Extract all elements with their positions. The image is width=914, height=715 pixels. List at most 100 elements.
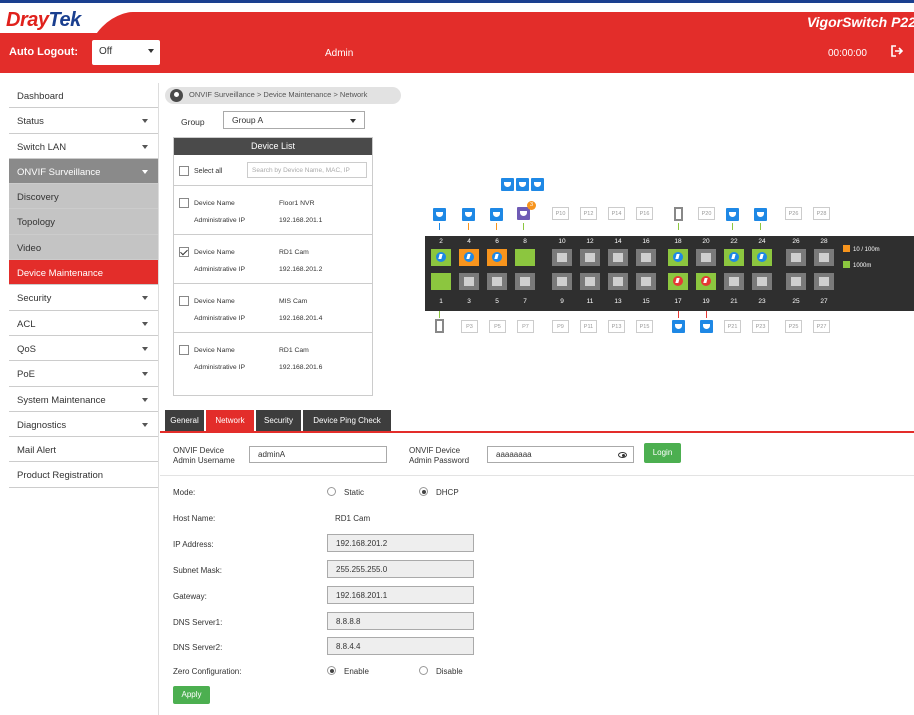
sidebar-item-switch-lan[interactable]: Switch LAN <box>9 133 158 159</box>
username-field[interactable]: adminA <box>249 446 387 463</box>
top-header: DrayTek VigorSwitch P22 <box>0 0 914 33</box>
port-26[interactable] <box>786 249 806 266</box>
static-radio[interactable] <box>327 487 336 496</box>
port-8[interactable] <box>515 249 535 266</box>
device-search-input[interactable]: Search by Device Name, MAC, IP <box>247 162 367 178</box>
sidebar-item-diagnostics[interactable]: Diagnostics <box>9 411 158 438</box>
device-ip-label: Administrative IP <box>194 217 245 224</box>
port-24[interactable] <box>752 249 772 266</box>
port-27[interactable] <box>814 273 834 290</box>
ip-address-label: IP Address: <box>173 540 214 549</box>
camera-icon[interactable] <box>516 178 529 191</box>
port-16[interactable] <box>636 249 656 266</box>
port-6[interactable] <box>487 249 507 266</box>
sidebar-item-label: Status <box>17 116 44 128</box>
sidebar-item-discovery[interactable]: Discovery <box>9 184 158 210</box>
chevron-down-icon <box>142 169 148 174</box>
port-number: 3 <box>467 298 471 305</box>
static-label: Static <box>344 488 365 497</box>
port-14[interactable] <box>608 249 628 266</box>
logout-icon[interactable] <box>890 44 904 58</box>
port-socket <box>464 277 474 286</box>
device-checkbox[interactable] <box>179 247 189 257</box>
port-socket <box>585 253 595 262</box>
port-10[interactable] <box>552 249 572 266</box>
sidebar-item-device-maintenance[interactable]: Device Maintenance <box>9 260 158 286</box>
list-item[interactable]: Device Name Floor1 NVR Administrative IP… <box>174 186 372 235</box>
port-9[interactable] <box>552 273 572 290</box>
connector-line <box>706 311 707 318</box>
camera-icon[interactable] <box>462 208 475 221</box>
sidebar-item-label: Security <box>17 293 52 305</box>
sidebar-item-status[interactable]: Status <box>9 108 158 134</box>
session-timer: 00:00:00 <box>828 48 867 59</box>
sidebar-item-qos[interactable]: QoS <box>9 335 158 362</box>
port-19[interactable] <box>696 273 716 290</box>
port-7[interactable] <box>515 273 535 290</box>
camera-icon[interactable] <box>700 320 713 333</box>
camera-icon[interactable] <box>672 320 685 333</box>
list-item[interactable]: Device Name MIS Cam Administrative IP 19… <box>174 284 372 333</box>
sidebar-item-mail-alert[interactable]: Mail Alert <box>9 437 158 463</box>
port-3[interactable] <box>459 273 479 290</box>
sidebar-item-poe[interactable]: PoE <box>9 361 158 387</box>
sidebar-item-acl[interactable]: ACL <box>9 310 158 336</box>
sidebar-item-dashboard[interactable]: Dashboard <box>9 83 158 109</box>
camera-icon[interactable] <box>433 208 446 221</box>
port-number: 17 <box>674 298 682 305</box>
sidebar-item-topology[interactable]: Topology <box>9 209 158 235</box>
login-button[interactable]: Login <box>644 443 681 463</box>
camera-icon[interactable] <box>490 208 503 221</box>
device-icon[interactable] <box>674 207 683 221</box>
select-all-checkbox[interactable] <box>179 166 189 176</box>
port-17[interactable] <box>668 273 688 290</box>
port-23[interactable] <box>752 273 772 290</box>
dhcp-radio[interactable] <box>419 487 428 496</box>
port-12[interactable] <box>580 249 600 266</box>
eye-icon[interactable] <box>618 452 627 458</box>
sidebar-item-video[interactable]: Video <box>9 234 158 261</box>
sidebar-item-system-maintenance[interactable]: System Maintenance <box>9 386 158 412</box>
camera-icon[interactable] <box>726 208 739 221</box>
tab-device-ping-check[interactable]: Device Ping Check <box>303 410 391 432</box>
apply-button[interactable]: Apply <box>173 686 210 704</box>
camera-icon[interactable] <box>531 178 544 191</box>
port-25[interactable] <box>786 273 806 290</box>
port-28[interactable] <box>814 249 834 266</box>
password-field[interactable]: aaaaaaaa <box>487 446 634 463</box>
port-20[interactable] <box>696 249 716 266</box>
tab-network[interactable]: Network <box>206 410 254 432</box>
port-5[interactable] <box>487 273 507 290</box>
device-checkbox[interactable] <box>179 345 189 355</box>
list-item[interactable]: Device Name RD1 Cam Administrative IP 19… <box>174 235 372 284</box>
port-4[interactable] <box>459 249 479 266</box>
sidebar-item-label: Product Registration <box>17 470 104 482</box>
port-11[interactable] <box>580 273 600 290</box>
port-21[interactable] <box>724 273 744 290</box>
camera-icon[interactable] <box>754 208 767 221</box>
tab-security[interactable]: Security <box>256 410 301 432</box>
port-2[interactable] <box>431 249 451 266</box>
auto-logout-select[interactable]: Off <box>92 40 160 65</box>
list-item[interactable]: Device Name RD1 Cam Administrative IP 19… <box>174 333 372 382</box>
port-1[interactable] <box>431 273 451 290</box>
group-select[interactable]: Group A <box>223 111 365 129</box>
camera-icon[interactable] <box>501 178 514 191</box>
sidebar-item-label: Dashboard <box>17 91 64 102</box>
legend-swatch <box>843 245 850 252</box>
port-18[interactable] <box>668 249 688 266</box>
sidebar-item-product-registration[interactable]: Product Registration <box>9 462 158 488</box>
device-icon[interactable] <box>435 319 444 333</box>
disable-radio[interactable] <box>419 666 428 675</box>
tab-general[interactable]: General <box>165 410 204 432</box>
device-checkbox[interactable] <box>179 198 189 208</box>
device-checkbox[interactable] <box>179 296 189 306</box>
sidebar-item-security[interactable]: Security <box>9 285 158 311</box>
sidebar-item-onvif-surveillance[interactable]: ONVIF Surveillance <box>9 158 158 185</box>
dns2-label: DNS Server2: <box>173 643 223 652</box>
chevron-down-icon <box>142 321 148 326</box>
port-22[interactable] <box>724 249 744 266</box>
enable-radio[interactable] <box>327 666 336 675</box>
port-13[interactable] <box>608 273 628 290</box>
port-15[interactable] <box>636 273 656 290</box>
